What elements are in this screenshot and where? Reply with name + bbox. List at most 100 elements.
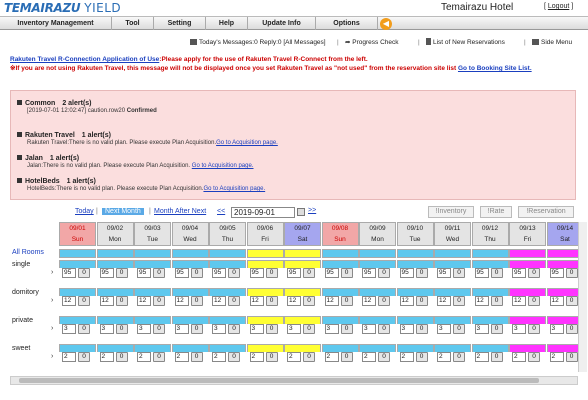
reserved-count-button[interactable]: 0 (528, 296, 540, 306)
day-header[interactable]: 09/01 Sun (59, 222, 96, 246)
menu-inventory-management[interactable]: Inventory Management (0, 17, 112, 30)
stock-input[interactable]: 2 (437, 352, 451, 362)
stock-input[interactable]: 2 (512, 352, 526, 362)
stock-input[interactable]: 2 (474, 352, 489, 362)
menu-update-info[interactable]: Update Info (248, 17, 316, 30)
reserved-count-button[interactable]: 0 (303, 352, 315, 362)
reserved-count-button[interactable]: 0 (490, 352, 503, 362)
stock-input[interactable]: 12 (437, 296, 451, 306)
stock-input[interactable]: 95 (99, 268, 114, 278)
stock-input[interactable]: 2 (62, 352, 76, 362)
month-after-next-link[interactable]: Month After Next (154, 208, 206, 215)
inventory-button[interactable]: !Inventory (428, 206, 474, 218)
new-reservations-link[interactable]: List of New Reservations (433, 39, 505, 46)
stock-input[interactable]: 95 (512, 268, 526, 278)
stock-input[interactable]: 2 (399, 352, 414, 362)
stock-input[interactable]: 3 (399, 324, 414, 334)
logout-link[interactable]: Logout (548, 3, 569, 10)
day-header[interactable]: 09/06 Fri (246, 222, 284, 246)
side-menu-link[interactable]: Side Menu (541, 39, 572, 46)
expand-arrow-icon[interactable]: › (51, 325, 57, 332)
stock-input[interactable]: 12 (137, 296, 151, 306)
menu-options[interactable]: Options (316, 17, 378, 30)
reserved-count-button[interactable]: 0 (115, 324, 128, 334)
reserved-count-button[interactable]: 0 (265, 268, 278, 278)
stock-input[interactable]: 95 (324, 268, 339, 278)
reserved-count-button[interactable]: 0 (528, 352, 540, 362)
reserved-count-button[interactable]: 0 (265, 352, 278, 362)
reserved-count-button[interactable]: 0 (228, 352, 240, 362)
stock-input[interactable]: 95 (437, 268, 451, 278)
reserved-count-button[interactable]: 0 (565, 296, 578, 306)
stock-input[interactable]: 3 (137, 324, 151, 334)
reserved-count-button[interactable]: 0 (453, 268, 465, 278)
booking-site-list-link[interactable]: Go to Booking Site List. (458, 65, 532, 72)
reserved-count-button[interactable]: 0 (228, 268, 240, 278)
stock-input[interactable]: 95 (62, 268, 76, 278)
reserved-count-button[interactable]: 0 (528, 268, 540, 278)
all-rooms-link[interactable]: All Rooms (12, 249, 44, 256)
rate-button[interactable]: !Rate (480, 206, 512, 218)
stock-input[interactable]: 95 (362, 268, 376, 278)
day-header[interactable]: 09/02 Mon (96, 222, 134, 246)
stock-input[interactable]: 12 (99, 296, 114, 306)
stock-input[interactable]: 12 (287, 296, 301, 306)
stock-input[interactable]: 12 (249, 296, 264, 306)
stock-input[interactable]: 12 (212, 296, 226, 306)
day-header[interactable]: 09/05 Thu (209, 222, 246, 246)
reserved-count-button[interactable]: 0 (340, 268, 353, 278)
reserved-count-button[interactable]: 0 (415, 268, 428, 278)
stock-input[interactable]: 3 (324, 324, 339, 334)
reserved-count-button[interactable]: 0 (228, 296, 240, 306)
reserved-count-button[interactable]: 0 (303, 268, 315, 278)
stock-input[interactable]: 95 (212, 268, 226, 278)
stock-input[interactable]: 2 (212, 352, 226, 362)
day-header[interactable]: 09/04 Wed (171, 222, 209, 246)
reserved-count-button[interactable]: 0 (153, 296, 165, 306)
reserved-count-button[interactable]: 0 (340, 352, 353, 362)
progress-check-link[interactable]: Progress Check (352, 39, 398, 46)
day-header[interactable]: 09/09 Mon (359, 222, 396, 246)
stock-input[interactable]: 12 (324, 296, 339, 306)
reserved-count-button[interactable]: 0 (415, 324, 428, 334)
reserved-count-button[interactable]: 0 (78, 268, 90, 278)
stock-input[interactable]: 95 (549, 268, 564, 278)
stock-input[interactable]: 3 (174, 324, 189, 334)
stock-input[interactable]: 2 (174, 352, 189, 362)
stock-input[interactable]: 3 (212, 324, 226, 334)
messages-link[interactable]: Today's Messages:0 Reply:0 [All Messages… (199, 39, 326, 46)
stock-input[interactable]: 95 (137, 268, 151, 278)
stock-input[interactable]: 3 (62, 324, 76, 334)
reserved-count-button[interactable]: 0 (490, 268, 503, 278)
reserved-count-button[interactable]: 0 (415, 352, 428, 362)
stock-input[interactable]: 12 (362, 296, 376, 306)
stock-input[interactable]: 3 (249, 324, 264, 334)
reserved-count-button[interactable]: 0 (490, 324, 503, 334)
expand-arrow-icon[interactable]: › (51, 353, 57, 360)
stock-input[interactable]: 3 (437, 324, 451, 334)
day-header[interactable]: 09/12 Thu (471, 222, 509, 246)
day-header[interactable]: 09/10 Tue (396, 222, 434, 246)
menu-setting[interactable]: Setting (154, 17, 206, 30)
stock-input[interactable]: 3 (287, 324, 301, 334)
stock-input[interactable]: 12 (512, 296, 526, 306)
reserved-count-button[interactable]: 0 (115, 296, 128, 306)
reservation-button[interactable]: !Reservation (518, 206, 574, 218)
reserved-count-button[interactable]: 0 (78, 324, 90, 334)
stock-input[interactable]: 95 (249, 268, 264, 278)
reserved-count-button[interactable]: 0 (528, 324, 540, 334)
expand-arrow-icon[interactable]: › (51, 269, 57, 276)
menu-tool[interactable]: Tool (112, 17, 154, 30)
reserved-count-button[interactable]: 0 (565, 352, 578, 362)
calendar-icon[interactable] (297, 208, 305, 216)
next-month-link[interactable]: >> (308, 207, 316, 214)
stock-input[interactable]: 2 (99, 352, 114, 362)
menu-help[interactable]: Help (206, 17, 248, 30)
reserved-count-button[interactable]: 0 (153, 268, 165, 278)
stock-input[interactable]: 3 (99, 324, 114, 334)
day-header[interactable]: 09/07 Sat (284, 222, 321, 246)
stock-input[interactable]: 95 (474, 268, 489, 278)
reserved-count-button[interactable]: 0 (153, 352, 165, 362)
vertical-scrollbar[interactable] (578, 222, 587, 372)
reserved-count-button[interactable]: 0 (78, 352, 90, 362)
